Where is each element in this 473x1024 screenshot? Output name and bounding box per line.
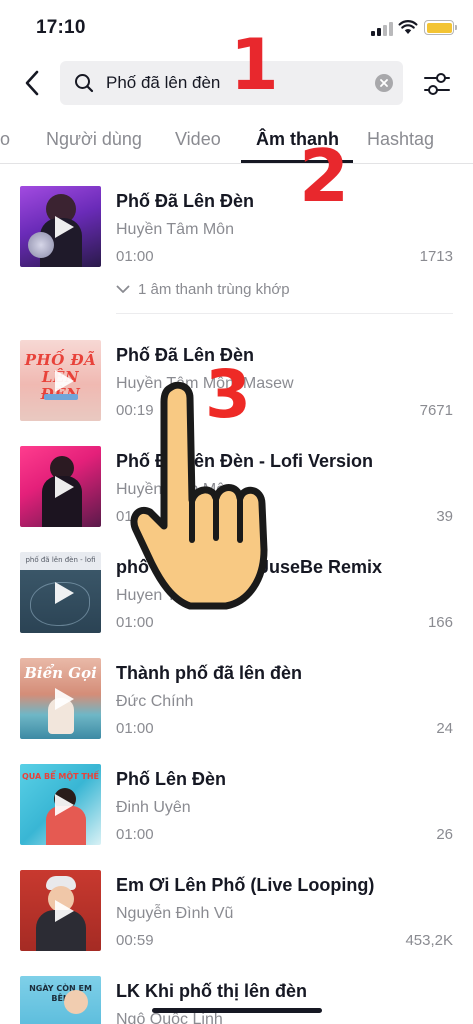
play-icon [54,369,74,392]
song-use-count: 453,2K [405,932,453,949]
song-cover: NGÀY CÒN EM BÊN [20,976,101,1024]
cellular-signal-icon [371,22,393,36]
wifi-icon [398,20,418,34]
song-title: Thành phố đã lên đèn [116,663,302,683]
song-title: Phố Đã Lên Đèn [116,191,255,211]
clear-search-button[interactable] [375,74,393,92]
song-title: Em Ơi Lên Phố (Live Looping) [116,875,375,895]
chevron-left-icon [25,70,39,96]
cover-caption: Biển Gọi [24,664,97,682]
song-cover: PHỐ ĐÃ LÊN ĐÈN [20,340,101,421]
song-cover [20,186,101,267]
song-cover: QUA BỂ MỘT THẾ [20,764,101,845]
play-icon [54,793,74,816]
song-artist: Huyền Tâm Môn [116,221,234,238]
list-item[interactable]: Biển Gọi Thành phố đã lên đèn Đức Chính … [0,658,473,748]
song-duration: 01:00 [116,614,154,631]
song-duration: 00:59 [116,932,154,949]
cover-caption: QUA BỂ MỘT THẾ [22,772,99,781]
play-icon [54,215,74,238]
tab-top[interactable]: o [0,129,10,150]
song-cover: Biển Gọi [20,658,101,739]
play-icon [54,581,74,604]
song-duration: 01:00 [116,826,154,843]
home-indicator[interactable] [152,1008,322,1013]
filter-sliders-icon[interactable] [421,68,453,100]
search-query-text[interactable]: Phố đã lên đèn [106,73,220,93]
song-use-count: 1713 [419,248,453,265]
list-item[interactable]: QUA BỂ MỘT THẾ Phố Lên Đèn Đinh Uyên 01:… [0,764,473,854]
song-use-count: 39 [436,508,453,525]
song-use-count: 26 [436,826,453,843]
search-icon [75,74,94,93]
divider [116,313,453,314]
list-item[interactable]: NGÀY CÒN EM BÊN LK Khi phố thị lên đèn N… [0,976,473,1024]
song-use-count: 24 [436,720,453,737]
cover-caption: NGÀY CÒN EM BÊN [29,984,92,1003]
back-button[interactable] [18,66,46,100]
song-artist: Đức Chính [116,693,194,710]
song-cover [20,446,101,527]
play-icon [54,899,74,922]
tab-users[interactable]: Người dùng [46,129,142,150]
search-tabs: o Người dùng Video Âm thanh Hashtag [0,113,473,164]
song-cover [20,870,101,951]
matched-sounds-toggle[interactable]: 1 âm thanh trùng khớp [116,281,290,298]
play-icon [54,687,74,710]
song-duration: 01:00 [116,720,154,737]
battery-icon [424,20,454,35]
song-title: Phố Lên Đèn [116,769,227,789]
battery-tip [455,25,457,30]
status-time: 17:10 [36,17,86,38]
annotation-number-1: 1 [230,24,279,106]
song-title: LK Khi phố thị lên đèn [116,981,307,1001]
pointing-hand-icon [130,381,268,610]
list-item[interactable]: Em Ơi Lên Phố (Live Looping) Nguyễn Đình… [0,870,473,960]
tab-video[interactable]: Video [175,129,221,150]
song-artist: Nguyễn Đình Vũ [116,905,234,922]
song-duration: 01:00 [116,248,154,265]
song-use-count: 7671 [419,402,453,419]
matched-sounds-label: 1 âm thanh trùng khớp [138,281,290,298]
annotation-number-2: 2 [299,134,350,218]
cover-caption: phố đã lên đèn - lofi [25,556,96,564]
play-icon [54,475,74,498]
chevron-down-icon [116,285,130,293]
song-use-count: 166 [427,614,453,631]
tab-hashtag[interactable]: Hashtag [367,129,434,150]
song-cover: phố đã lên đèn - lofi [20,552,101,633]
close-icon [380,79,388,87]
song-artist: Đinh Uyên [116,799,191,816]
